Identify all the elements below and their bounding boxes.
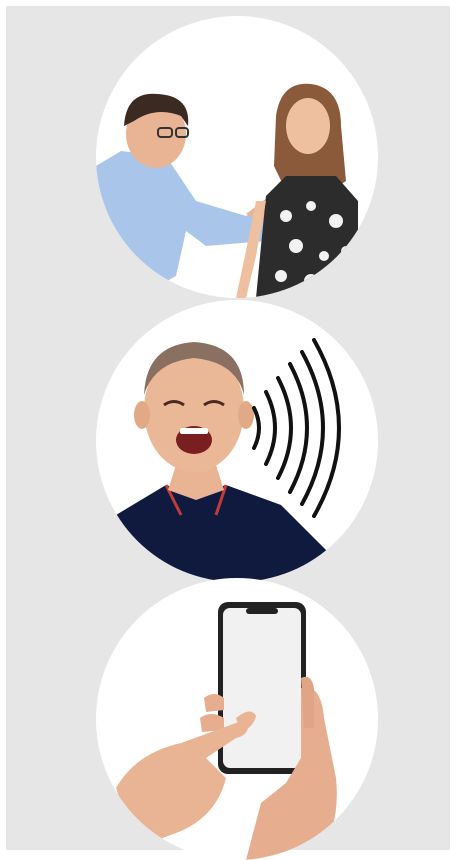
shouting-man-illustration [96, 300, 378, 582]
phone-call-illustration [96, 578, 378, 860]
easy-read-image-panel [6, 6, 450, 860]
shouting-man-icon [106, 338, 341, 582]
unwanted-touch-icon [96, 83, 358, 298]
unwanted-touch-illustration [96, 16, 378, 298]
smartphone-in-hands-icon [116, 602, 337, 860]
